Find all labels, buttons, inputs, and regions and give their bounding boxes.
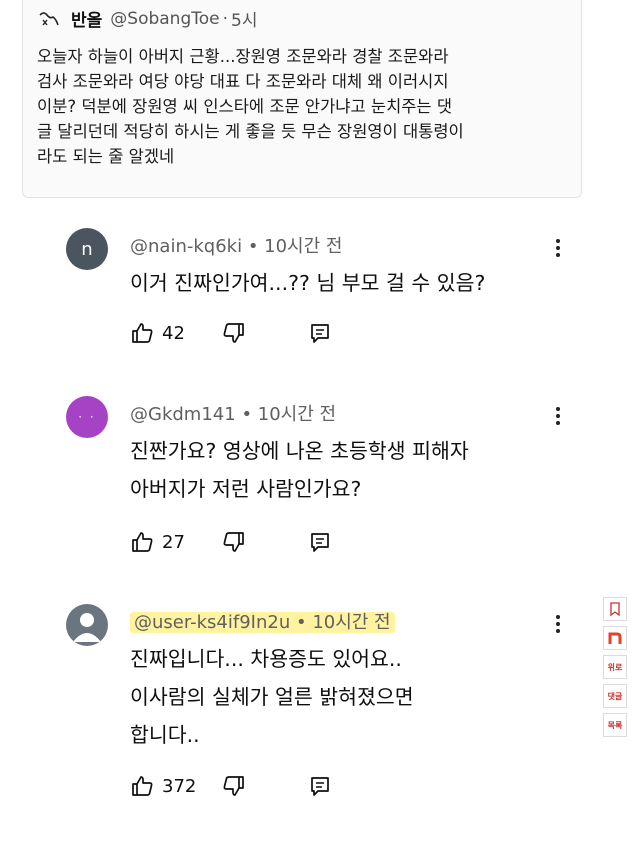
thumbs-down-icon bbox=[223, 532, 244, 552]
more-options-icon[interactable] bbox=[548, 612, 568, 638]
comment-line: 이거 진짜인가여...?? 님 부모 걸 수 있음? bbox=[130, 271, 486, 295]
like-count: 372 bbox=[162, 775, 197, 797]
bookmark-button[interactable] bbox=[603, 597, 627, 621]
comment-text: 이거 진짜인가여...?? 님 부모 걸 수 있음? bbox=[130, 264, 485, 302]
like-button[interactable]: 372 bbox=[130, 774, 222, 798]
comment-text: 진짠가요? 영상에 나온 초등학생 피해자 아버지가 저런 사람인가요? bbox=[130, 432, 469, 508]
like-count: 42 bbox=[162, 322, 185, 344]
comment-actions: 42 bbox=[130, 321, 332, 345]
comment-actions: 372 bbox=[130, 774, 332, 798]
scroll-top-button[interactable]: 위로 bbox=[603, 655, 627, 679]
tweet-text: 오늘자 하늘이 아버지 근황...장원영 조문와라 경찰 조문와라 검사 조문와… bbox=[37, 44, 577, 169]
comment-line: 아버지가 저런 사람인가요? bbox=[130, 477, 362, 501]
tweet-separator: · bbox=[222, 8, 229, 29]
comment-header: @nain-kq6ki • 10시간 전 bbox=[130, 232, 342, 258]
comment-line: 진짜입니다... 차용증도 있어요.. bbox=[130, 647, 402, 671]
dislike-button[interactable] bbox=[222, 774, 246, 798]
comment-dot: • bbox=[241, 404, 258, 425]
comment-item: · · @Gkdm141 • 10시간 전 진짠가요? 영상에 나온 초등학생 … bbox=[66, 396, 576, 566]
thumbs-down-icon bbox=[223, 776, 244, 796]
comment-author[interactable]: @nain-kq6ki bbox=[130, 236, 242, 257]
highlighted-author-meta: @user-ks4if9In2u • 10시간 전 bbox=[130, 612, 395, 633]
tweet-line: 라도 되는 줄 알겠네 bbox=[37, 147, 175, 166]
comment-item: @user-ks4if9In2u • 10시간 전 진짜입니다... 차용증도 … bbox=[66, 604, 576, 814]
comment-text: 진짜입니다... 차용증도 있어요.. 이사람의 실체가 얼른 밝혀졌으면 합니… bbox=[130, 640, 414, 754]
thumbs-up-icon bbox=[132, 323, 153, 343]
comment-actions: 27 bbox=[130, 530, 332, 554]
avatar[interactable]: · · bbox=[66, 396, 108, 438]
like-button[interactable]: 42 bbox=[130, 321, 222, 345]
comment-line: 합니다.. bbox=[130, 723, 200, 747]
like-count: 27 bbox=[162, 531, 185, 553]
reply-button[interactable] bbox=[308, 774, 332, 798]
tweet-line: 오늘자 하늘이 아버지 근황...장원영 조문와라 경찰 조문와라 bbox=[37, 47, 449, 66]
tweet-time[interactable]: 5시 bbox=[231, 6, 257, 31]
comment-header: @Gkdm141 • 10시간 전 bbox=[130, 400, 336, 426]
reply-button[interactable] bbox=[308, 321, 332, 345]
like-button[interactable]: 27 bbox=[130, 530, 222, 554]
avatar[interactable] bbox=[66, 604, 108, 646]
floating-sidebar: 위로 댓글 목록 bbox=[601, 597, 629, 742]
comment-dot: • bbox=[295, 612, 313, 633]
tweet-author-handle[interactable]: @SobangToe bbox=[110, 9, 219, 29]
thumbs-down-icon bbox=[223, 323, 244, 343]
list-button[interactable]: 목록 bbox=[603, 713, 627, 737]
tweet-line: 검사 조문와라 여당 야당 대표 다 조문와라 대체 왜 이러시지 bbox=[37, 72, 449, 91]
dislike-button[interactable] bbox=[222, 530, 246, 554]
dislike-button[interactable] bbox=[222, 321, 246, 345]
more-options-icon[interactable] bbox=[548, 236, 568, 262]
more-options-icon[interactable] bbox=[548, 404, 568, 430]
comment-header: @user-ks4if9In2u • 10시간 전 bbox=[130, 608, 395, 634]
comments-button[interactable]: 댓글 bbox=[603, 684, 627, 708]
bookmark-icon bbox=[610, 602, 620, 616]
comment-line: 진짠가요? 영상에 나온 초등학생 피해자 bbox=[130, 439, 469, 463]
tweet-line: 이분? 덕분에 장원영 씨 인스타에 조문 안가냐고 눈치주는 댓 bbox=[37, 97, 453, 116]
comment-line: 이사람의 실체가 얼른 밝혀졌으면 bbox=[130, 685, 414, 709]
default-avatar-icon bbox=[73, 613, 101, 642]
site-logo-button[interactable] bbox=[603, 626, 627, 650]
comment-author[interactable]: @Gkdm141 bbox=[130, 404, 236, 425]
reply-icon bbox=[311, 533, 329, 552]
reply-button[interactable] bbox=[308, 530, 332, 554]
tweet-header: 반올 @SobangToe · 5시 bbox=[37, 6, 257, 31]
n-logo-icon bbox=[608, 632, 622, 644]
comment-time[interactable]: 10시간 전 bbox=[312, 612, 390, 633]
reply-icon bbox=[311, 324, 329, 343]
avatar[interactable]: n bbox=[66, 228, 108, 270]
comment-item: n @nain-kq6ki • 10시간 전 이거 진짜인가여...?? 님 부… bbox=[66, 228, 576, 358]
comment-time[interactable]: 10시간 전 bbox=[264, 236, 342, 257]
comment-dot: • bbox=[247, 236, 265, 257]
reply-icon bbox=[311, 777, 329, 796]
thumbs-up-icon bbox=[132, 532, 153, 552]
thumbs-up-icon bbox=[132, 776, 153, 796]
tweet-author-name[interactable]: 반올 bbox=[71, 6, 102, 31]
comment-author[interactable]: @user-ks4if9In2u bbox=[134, 612, 290, 633]
user-logo-icon bbox=[39, 11, 59, 25]
tweet-line: 글 달리던데 적당히 하시는 게 좋을 듯 무슨 장원영이 대통령이 bbox=[37, 122, 464, 141]
comment-time[interactable]: 10시간 전 bbox=[258, 404, 336, 425]
tweet-card: 반올 @SobangToe · 5시 오늘자 하늘이 아버지 근황...장원영 … bbox=[22, 0, 582, 198]
